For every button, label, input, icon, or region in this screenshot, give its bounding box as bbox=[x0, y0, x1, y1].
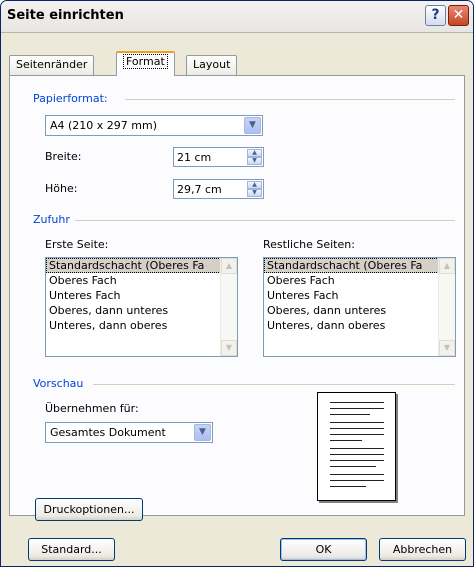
preview-text-line bbox=[330, 422, 384, 423]
list-item[interactable]: Standardschacht (Oberes Fa bbox=[46, 258, 237, 273]
scroll-down-icon[interactable]: ▼ bbox=[439, 340, 455, 356]
width-value: 21 cm bbox=[177, 151, 212, 164]
preview-text-line bbox=[330, 408, 384, 409]
ok-button[interactable]: OK bbox=[280, 538, 367, 561]
help-button[interactable]: ? bbox=[425, 5, 446, 26]
apply-to-label: Übernehmen für: bbox=[45, 402, 139, 415]
group-title-vorschau: Vorschau bbox=[33, 377, 84, 390]
list-item[interactable]: Oberes Fach bbox=[264, 273, 455, 288]
preview-text-line bbox=[330, 466, 376, 467]
spin-down-icon[interactable]: ▼ bbox=[247, 157, 262, 165]
width-label: Breite: bbox=[45, 150, 82, 163]
list-item[interactable]: Standardschacht (Oberes Fa bbox=[264, 258, 455, 273]
page-preview bbox=[317, 392, 396, 501]
group-title-papierformat: Papierformat: bbox=[33, 92, 108, 105]
apply-to-value: Gesamtes Dokument bbox=[50, 426, 166, 439]
scrollbar[interactable]: ▲ ▼ bbox=[438, 258, 455, 356]
tab-label: Format bbox=[123, 54, 168, 69]
apply-to-select[interactable]: Gesamtes Dokument ▼ bbox=[45, 422, 213, 443]
group-title-zufuhr: Zufuhr bbox=[33, 213, 70, 226]
list-item[interactable]: Oberes, dann unteres bbox=[46, 303, 237, 318]
preview-text-line bbox=[330, 414, 370, 415]
scroll-up-icon[interactable]: ▲ bbox=[221, 258, 237, 274]
cancel-button[interactable]: Abbrechen bbox=[379, 538, 466, 561]
tab-layout[interactable]: Layout bbox=[186, 55, 238, 75]
tab-label: Seitenränder bbox=[16, 58, 88, 71]
title-bar: Seite einrichten ? ✕ bbox=[1, 1, 473, 33]
width-spinner[interactable]: 21 cm ▲ ▼ bbox=[173, 147, 264, 167]
spin-up-icon[interactable]: ▲ bbox=[247, 149, 262, 157]
preview-text-line bbox=[330, 440, 362, 441]
paper-size-select[interactable]: A4 (210 x 297 mm) ▼ bbox=[45, 115, 263, 136]
remaining-pages-tray-list[interactable]: Standardschacht (Oberes Fa Oberes Fach U… bbox=[263, 257, 456, 357]
preview-text-line bbox=[330, 428, 384, 429]
spin-down-icon[interactable]: ▼ bbox=[247, 189, 262, 197]
page-setup-dialog: Seite einrichten ? ✕ Seitenränder Format… bbox=[0, 0, 474, 567]
preview-text-line bbox=[330, 474, 384, 475]
preview-text-line bbox=[330, 434, 384, 435]
group-divider bbox=[93, 384, 455, 385]
scroll-up-icon[interactable]: ▲ bbox=[439, 258, 455, 274]
tab-label: Layout bbox=[193, 58, 231, 71]
tab-format[interactable]: Format bbox=[116, 51, 175, 76]
close-button[interactable]: ✕ bbox=[448, 5, 469, 26]
chevron-down-icon[interactable]: ▼ bbox=[194, 424, 211, 441]
remaining-pages-label: Restliche Seiten: bbox=[263, 238, 355, 251]
preview-text-line bbox=[330, 448, 384, 449]
list-item[interactable]: Oberes, dann unteres bbox=[264, 303, 455, 318]
height-label: Höhe: bbox=[45, 182, 78, 195]
list-item[interactable]: Unteres Fach bbox=[264, 288, 455, 303]
list-item[interactable]: Unteres, dann oberes bbox=[264, 318, 455, 333]
default-button[interactable]: Standard... bbox=[28, 538, 115, 561]
preview-text-line bbox=[330, 480, 384, 481]
first-page-label: Erste Seite: bbox=[45, 238, 109, 251]
list-item[interactable]: Unteres, dann oberes bbox=[46, 318, 237, 333]
spin-up-icon[interactable]: ▲ bbox=[247, 181, 262, 189]
first-page-tray-list[interactable]: Standardschacht (Oberes Fa Oberes Fach U… bbox=[45, 257, 238, 357]
chevron-down-icon[interactable]: ▼ bbox=[244, 117, 261, 134]
preview-text-line bbox=[330, 454, 384, 455]
group-divider bbox=[125, 99, 455, 100]
scroll-down-icon[interactable]: ▼ bbox=[221, 340, 237, 356]
preview-text-line bbox=[330, 402, 384, 403]
window-title: Seite einrichten bbox=[7, 8, 124, 23]
preview-text-line bbox=[330, 486, 366, 487]
list-item[interactable]: Oberes Fach bbox=[46, 273, 237, 288]
height-spinner[interactable]: 29,7 cm ▲ ▼ bbox=[173, 179, 264, 199]
list-item[interactable]: Unteres Fach bbox=[46, 288, 237, 303]
preview-text-line bbox=[330, 460, 384, 461]
paper-size-value: A4 (210 x 297 mm) bbox=[50, 119, 158, 132]
height-value: 29,7 cm bbox=[177, 183, 222, 196]
print-options-button[interactable]: Druckoptionen... bbox=[35, 498, 143, 521]
group-divider bbox=[75, 220, 455, 221]
scrollbar[interactable]: ▲ ▼ bbox=[220, 258, 237, 356]
tab-seitenraender[interactable]: Seitenränder bbox=[9, 55, 95, 75]
